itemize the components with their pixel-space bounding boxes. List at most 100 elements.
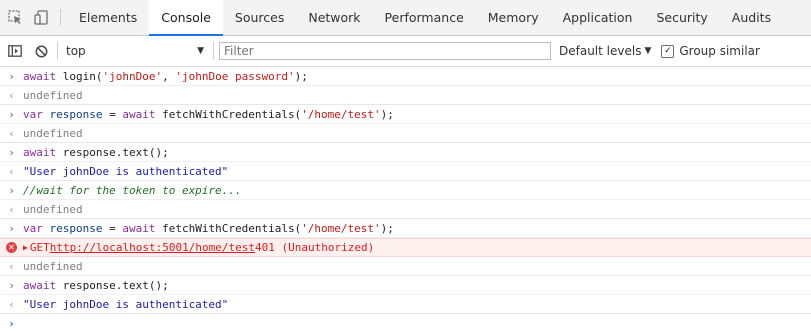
tab-elements[interactable]: Elements <box>67 0 149 35</box>
code-token: response <box>49 221 103 235</box>
input-chevron-icon: › <box>8 145 15 159</box>
message-gutter: › <box>0 279 23 292</box>
code-token: var <box>23 221 50 235</box>
code-token: response.text(); <box>62 145 169 159</box>
code-token: undefined <box>23 88 83 102</box>
console-error-message: ✕ ▶ GET http://localhost:5001/home/test 40… <box>0 238 811 257</box>
message-gutter: ‹ <box>0 298 23 311</box>
clear-console-icon[interactable] <box>28 45 54 58</box>
result-text: "User johnDoe is authenticated" <box>23 165 228 178</box>
console-result-row: ‹ undefined <box>0 200 811 219</box>
group-similar-toggle[interactable]: ✓ Group similar <box>661 44 760 58</box>
code-token: var <box>23 107 50 121</box>
code-token: fetchWithCredentials( <box>162 221 302 235</box>
context-selector[interactable]: top ▼ <box>61 44 210 58</box>
tab-network[interactable]: Network <box>296 0 372 35</box>
message-gutter: › <box>0 108 23 121</box>
result-arrow-icon: ‹ <box>8 297 15 311</box>
code-token: 'johnDoe password' <box>175 69 295 83</box>
show-console-sidebar-icon[interactable] <box>2 45 28 57</box>
code-token: "User johnDoe is authenticated" <box>23 164 229 178</box>
context-selector-value: top <box>66 44 86 58</box>
result-text: undefined <box>23 127 83 140</box>
message-gutter: › <box>0 70 23 83</box>
tab-performance[interactable]: Performance <box>373 0 476 35</box>
filter-input[interactable] <box>219 42 551 60</box>
tab-console[interactable]: Console <box>149 0 223 36</box>
group-similar-label: Group similar <box>679 44 760 58</box>
response-status: 401 (Unauthorized) <box>255 241 375 254</box>
message-gutter: ‹ <box>0 203 23 216</box>
result-arrow-icon: ‹ <box>8 88 15 102</box>
message-gutter: ‹ <box>0 165 23 178</box>
console-filter-bar: top ▼ Default levels ▼ ✓ Group similar <box>0 36 811 67</box>
code-token: undefined <box>23 259 83 273</box>
console-input-row: › var response = await fetchWithCredentia… <box>0 105 811 124</box>
code-token: , <box>162 69 176 83</box>
tab-sources[interactable]: Sources <box>223 0 296 35</box>
code-token: ); <box>380 221 394 235</box>
device-toolbar-icon[interactable] <box>28 0 54 35</box>
log-levels-label: Default levels <box>559 44 642 58</box>
console-input-row: › await response.text(); <box>0 276 811 295</box>
result-text: undefined <box>23 89 83 102</box>
code-token: await <box>23 69 63 83</box>
tab-security[interactable]: Security <box>644 0 719 35</box>
inspect-element-icon[interactable] <box>2 0 28 35</box>
command-text: await response.text(); <box>23 279 169 292</box>
console-result-row: ‹ undefined <box>0 257 811 276</box>
devtools-toolbar: Elements Console Sources Network Performance… <box>0 0 811 36</box>
code-token: = <box>102 107 123 121</box>
console-input-row: › //wait for the token to expire... <box>0 181 811 200</box>
console-result-row: ‹ "User johnDoe is authenticated" <box>0 295 811 314</box>
filter-divider <box>213 42 214 60</box>
code-token: '/home/test' <box>301 221 381 235</box>
code-token: ); <box>294 69 308 83</box>
message-gutter: › <box>0 317 23 330</box>
console-input-row: › await login('johnDoe', 'johnDoe passwor… <box>0 67 811 86</box>
console-result-row: ‹ undefined <box>0 124 811 143</box>
dropdown-arrow-icon: ▼ <box>197 46 204 56</box>
code-token: login( <box>62 69 103 83</box>
result-arrow-icon: ‹ <box>8 259 15 273</box>
console-result-row: ‹ undefined <box>0 86 811 105</box>
input-chevron-icon: › <box>8 183 15 197</box>
command-text: await login('johnDoe', 'johnDoe password… <box>23 70 308 83</box>
code-token: //wait for the token to expire... <box>23 183 242 197</box>
tab-application[interactable]: Application <box>551 0 645 35</box>
input-chevron-icon: › <box>8 278 15 292</box>
result-text: "User johnDoe is authenticated" <box>23 298 228 311</box>
input-chevron-icon: › <box>8 221 15 235</box>
command-text: var response = await fetchWithCredential… <box>23 222 394 235</box>
message-gutter: ‹ <box>0 89 23 102</box>
result-arrow-icon: ‹ <box>8 126 15 140</box>
result-text: undefined <box>23 203 83 216</box>
tab-memory[interactable]: Memory <box>476 0 551 35</box>
code-token: await <box>23 145 63 159</box>
code-token: fetchWithCredentials( <box>162 107 302 121</box>
code-token: undefined <box>23 126 83 140</box>
code-token: await <box>122 107 163 121</box>
console-prompt[interactable]: › <box>0 314 811 333</box>
error-icon: ✕ <box>6 242 17 253</box>
tab-audits[interactable]: Audits <box>720 0 783 35</box>
code-token: = <box>102 221 123 235</box>
log-levels-dropdown[interactable]: Default levels ▼ <box>559 44 651 58</box>
expand-triangle-icon[interactable]: ▶ <box>23 243 28 252</box>
input-chevron-icon: › <box>8 107 15 121</box>
code-token: '/home/test' <box>301 107 381 121</box>
code-token: undefined <box>23 202 83 216</box>
result-arrow-icon: ‹ <box>8 202 15 216</box>
message-gutter: › <box>0 222 23 235</box>
command-text: var response = await fetchWithCredential… <box>23 108 394 121</box>
group-similar-checkbox[interactable]: ✓ <box>661 44 675 58</box>
console-input-row: › var response = await fetchWithCredentia… <box>0 219 811 238</box>
command-text: await response.text(); <box>23 146 169 159</box>
message-gutter: ‹ <box>0 127 23 140</box>
code-token: ); <box>380 107 394 121</box>
filter-divider <box>57 42 58 60</box>
request-url-link[interactable]: http://localhost:5001/home/test <box>50 241 255 254</box>
prompt-chevron-icon: › <box>8 317 15 330</box>
code-token: 'johnDoe' <box>102 69 163 83</box>
panel-tabs: Elements Console Sources Network Performance… <box>67 0 783 36</box>
